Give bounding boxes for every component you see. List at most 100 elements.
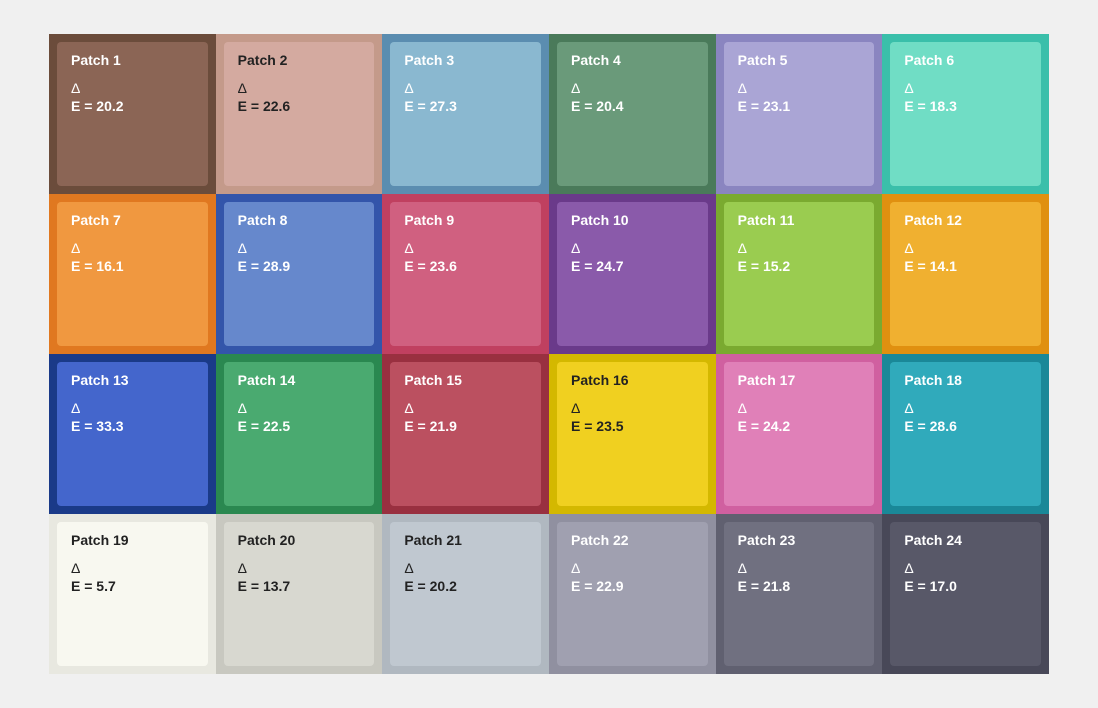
patch-e-12: E = 14.1 [904, 258, 1027, 274]
main-container: Patch 1ΔE = 20.2Patch 2ΔE = 22.6Patch 3Δ… [29, 14, 1069, 694]
patch-delta-8: Δ [238, 240, 361, 256]
patch-delta-18: Δ [904, 400, 1027, 416]
patch-cell-23: Patch 23ΔE = 21.8 [716, 514, 883, 674]
patch-delta-12: Δ [904, 240, 1027, 256]
patch-name-11: Patch 11 [738, 212, 861, 228]
patch-cell-22: Patch 22 Δ E = 22.9 [549, 514, 716, 674]
patch-card-1: Patch 1ΔE = 20.2 [57, 42, 208, 186]
patch-card-23: Patch 23ΔE = 21.8 [724, 522, 875, 666]
patch-delta-2: Δ [238, 80, 361, 96]
patch-delta-5: Δ [738, 80, 861, 96]
patch-e-22: E = 22.9 [571, 578, 694, 594]
patch-cell-6: Patch 6ΔE = 18.3 [882, 34, 1049, 194]
patch-delta-17: Δ [738, 400, 861, 416]
patch-name-23: Patch 23 [738, 532, 861, 548]
patch-name-4: Patch 4 [571, 52, 694, 68]
patch-cell-17: Patch 17 Δ E = 24.2 [716, 354, 883, 514]
patch-e-11: E = 15.2 [738, 258, 861, 274]
patch-card-10: Patch 10 Δ E = 24.7 [557, 202, 708, 346]
patch-name-18: Patch 18 [904, 372, 1027, 388]
patch-name-9: Patch 9 [404, 212, 527, 228]
patch-e-13: E = 33.3 [71, 418, 194, 434]
patch-card-15: Patch 15ΔE = 21.9 [390, 362, 541, 506]
patch-card-21: Patch 21ΔE = 20.2 [390, 522, 541, 666]
patch-card-7: Patch 7 Δ E = 16.1 [57, 202, 208, 346]
patch-name-20: Patch 20 [238, 532, 361, 548]
patch-e-19: E = 5.7 [71, 578, 194, 594]
patch-name-3: Patch 3 [404, 52, 527, 68]
patch-name-14: Patch 14 [238, 372, 361, 388]
patch-e-10: E = 24.7 [571, 258, 694, 274]
patch-name-15: Patch 15 [404, 372, 527, 388]
patch-name-17: Patch 17 [738, 372, 861, 388]
patch-name-8: Patch 8 [238, 212, 361, 228]
patch-card-2: Patch 2ΔE = 22.6 [224, 42, 375, 186]
patch-card-9: Patch 9ΔE = 23.6 [390, 202, 541, 346]
patch-name-13: Patch 13 [71, 372, 194, 388]
patch-name-10: Patch 10 [571, 212, 694, 228]
patch-e-21: E = 20.2 [404, 578, 527, 594]
patch-delta-1: Δ [71, 80, 194, 96]
patch-e-23: E = 21.8 [738, 578, 861, 594]
patch-cell-9: Patch 9ΔE = 23.6 [382, 194, 549, 354]
patch-delta-11: Δ [738, 240, 861, 256]
patch-e-16: E = 23.5 [571, 418, 694, 434]
patch-cell-19: Patch 19ΔE = 5.7 [49, 514, 216, 674]
patch-cell-10: Patch 10 Δ E = 24.7 [549, 194, 716, 354]
patch-name-7: Patch 7 [71, 212, 194, 228]
patch-e-8: E = 28.9 [238, 258, 361, 274]
patch-cell-20: Patch 20ΔE = 13.7 [216, 514, 383, 674]
patch-delta-21: Δ [404, 560, 527, 576]
patch-cell-24: Patch 24ΔE = 17.0 [882, 514, 1049, 674]
patch-cell-3: Patch 3ΔE = 27.3 [382, 34, 549, 194]
patch-name-5: Patch 5 [738, 52, 861, 68]
patch-e-1: E = 20.2 [71, 98, 194, 114]
patch-name-24: Patch 24 [904, 532, 1027, 548]
patch-cell-21: Patch 21ΔE = 20.2 [382, 514, 549, 674]
patch-card-18: Patch 18 Δ E = 28.6 [890, 362, 1041, 506]
patch-card-16: Patch 16ΔE = 23.5 [557, 362, 708, 506]
patch-card-11: Patch 11 Δ E = 15.2 [724, 202, 875, 346]
patch-cell-4: Patch 4ΔE = 20.4 [549, 34, 716, 194]
patch-cell-7: Patch 7 Δ E = 16.1 [49, 194, 216, 354]
patch-cell-1: Patch 1ΔE = 20.2 [49, 34, 216, 194]
patch-card-6: Patch 6ΔE = 18.3 [890, 42, 1041, 186]
patch-delta-16: Δ [571, 400, 694, 416]
patch-delta-22: Δ [571, 560, 694, 576]
patch-name-12: Patch 12 [904, 212, 1027, 228]
patch-delta-10: Δ [571, 240, 694, 256]
patch-e-24: E = 17.0 [904, 578, 1027, 594]
patch-delta-6: Δ [904, 80, 1027, 96]
patch-name-22: Patch 22 [571, 532, 694, 548]
patch-e-7: E = 16.1 [71, 258, 194, 274]
patch-cell-18: Patch 18 Δ E = 28.6 [882, 354, 1049, 514]
patch-name-2: Patch 2 [238, 52, 361, 68]
patch-cell-5: Patch 5 Δ E = 23.1 [716, 34, 883, 194]
patch-delta-14: Δ [238, 400, 361, 416]
patch-card-12: Patch 12 Δ E = 14.1 [890, 202, 1041, 346]
patch-cell-13: Patch 13ΔE = 33.3 [49, 354, 216, 514]
patch-delta-3: Δ [404, 80, 527, 96]
patch-e-17: E = 24.2 [738, 418, 861, 434]
patch-card-13: Patch 13ΔE = 33.3 [57, 362, 208, 506]
patch-cell-8: Patch 8 Δ E = 28.9 [216, 194, 383, 354]
patch-card-4: Patch 4ΔE = 20.4 [557, 42, 708, 186]
patch-card-14: Patch 14ΔE = 22.5 [224, 362, 375, 506]
patch-card-19: Patch 19ΔE = 5.7 [57, 522, 208, 666]
patch-delta-19: Δ [71, 560, 194, 576]
patch-card-5: Patch 5 Δ E = 23.1 [724, 42, 875, 186]
patch-cell-11: Patch 11 Δ E = 15.2 [716, 194, 883, 354]
patch-e-5: E = 23.1 [738, 98, 861, 114]
patch-e-18: E = 28.6 [904, 418, 1027, 434]
patch-delta-7: Δ [71, 240, 194, 256]
patch-card-17: Patch 17 Δ E = 24.2 [724, 362, 875, 506]
patch-card-24: Patch 24ΔE = 17.0 [890, 522, 1041, 666]
patch-card-20: Patch 20ΔE = 13.7 [224, 522, 375, 666]
patch-e-15: E = 21.9 [404, 418, 527, 434]
patch-card-3: Patch 3ΔE = 27.3 [390, 42, 541, 186]
patch-e-4: E = 20.4 [571, 98, 694, 114]
patch-cell-16: Patch 16ΔE = 23.5 [549, 354, 716, 514]
patch-cell-15: Patch 15ΔE = 21.9 [382, 354, 549, 514]
patch-e-6: E = 18.3 [904, 98, 1027, 114]
patch-cell-12: Patch 12 Δ E = 14.1 [882, 194, 1049, 354]
